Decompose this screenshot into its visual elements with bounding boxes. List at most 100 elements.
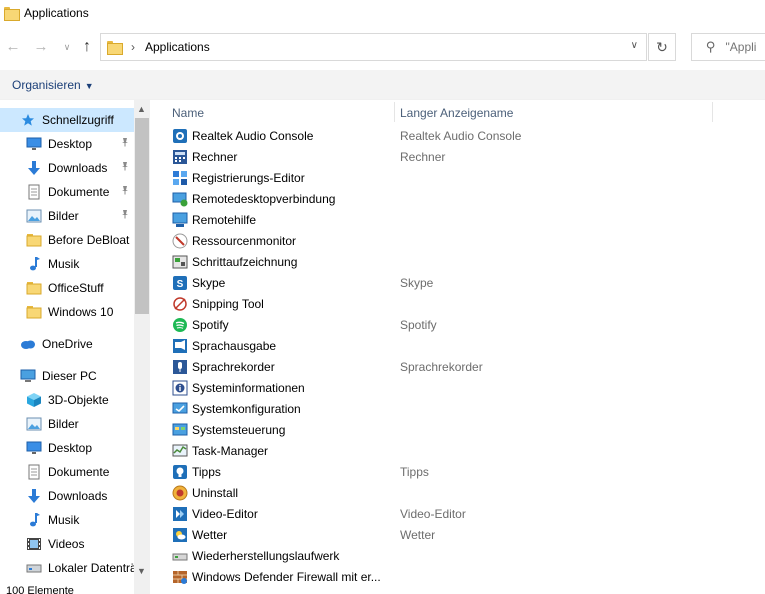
recovery-drive-icon xyxy=(172,548,188,564)
table-row[interactable]: Tipps Tipps xyxy=(150,461,765,482)
nav-item-musik[interactable]: Musik xyxy=(0,252,134,276)
refresh-icon[interactable]: ↻ xyxy=(648,33,676,61)
nav-item-dokumente[interactable]: Dokumente xyxy=(0,460,134,484)
forward-arrow-icon[interactable]: → xyxy=(32,38,50,56)
address-dropdown-chevron-icon[interactable]: ∨ xyxy=(631,40,638,51)
system-info-icon xyxy=(172,380,188,396)
table-row[interactable]: Wetter Wetter xyxy=(150,524,765,545)
nav-item-bilder[interactable]: Bilder xyxy=(0,412,134,436)
column-header-long-name[interactable]: Langer Anzeigename xyxy=(400,106,513,120)
table-row[interactable]: Remotehilfe xyxy=(150,209,765,230)
remote-desktop-icon xyxy=(172,191,188,207)
nav-item-bilder[interactable]: Bilder xyxy=(0,204,134,228)
steps-recorder-icon xyxy=(172,254,188,270)
table-row[interactable]: Windows Defender Firewall mit er... xyxy=(150,566,765,587)
file-name: Spotify xyxy=(192,318,229,332)
table-row[interactable]: Rechner Rechner xyxy=(150,146,765,167)
table-row[interactable]: Sprachrekorder Sprachrekorder xyxy=(150,356,765,377)
nav-item-label: Bilder xyxy=(48,417,79,431)
pin-icon[interactable] xyxy=(120,161,130,174)
nav-item-desktop[interactable]: Desktop xyxy=(0,436,134,460)
nav-item-lokaler-datentr[interactable]: Lokaler Datenträ xyxy=(0,556,137,580)
nav-item-label: Desktop xyxy=(48,441,93,455)
nav-item-schnellzugriff[interactable]: Schnellzugriff xyxy=(0,108,134,132)
file-name: Snipping Tool xyxy=(192,297,264,311)
table-row[interactable]: S Skype Skype xyxy=(150,272,765,293)
svg-text:S: S xyxy=(177,279,184,290)
nav-item-label: Bilder xyxy=(48,209,79,223)
chevron-down-icon: ▼ xyxy=(84,81,94,91)
nav-item-label: Before DeBloat xyxy=(48,233,130,247)
organize-button[interactable]: Organisieren ▼ xyxy=(12,78,94,92)
back-arrow-icon[interactable]: ← xyxy=(4,38,22,56)
task-manager-icon xyxy=(172,443,188,459)
nav-item-dokumente[interactable]: Dokumente xyxy=(0,180,134,204)
address-row: ← → ∨ ↑ › Applications ∨ ↻ ⚲ xyxy=(0,26,765,68)
nav-item-officestuff[interactable]: OfficeStuff xyxy=(0,276,134,300)
table-row[interactable]: Spotify Spotify xyxy=(150,314,765,335)
recent-locations-chevron-icon[interactable]: ∨ xyxy=(58,38,76,56)
scroll-down-icon[interactable]: ▼ xyxy=(137,566,146,576)
column-headers: Name Langer Anzeigename xyxy=(150,100,765,124)
column-header-name[interactable]: Name xyxy=(172,106,204,120)
remote-help-icon xyxy=(172,212,188,228)
table-row[interactable]: Wiederherstellungslaufwerk xyxy=(150,545,765,566)
address-bar[interactable]: › Applications ∨ xyxy=(100,33,647,61)
file-name: Uninstall xyxy=(192,486,239,500)
nav-item-onedrive[interactable]: OneDrive xyxy=(0,332,134,356)
column-divider[interactable] xyxy=(712,102,713,122)
pin-icon[interactable] xyxy=(120,137,130,150)
search-box[interactable]: ⚲ xyxy=(691,33,765,61)
pin-icon[interactable] xyxy=(120,209,130,222)
table-row[interactable]: Video-Editor Video-Editor xyxy=(150,503,765,524)
up-arrow-icon[interactable]: ↑ xyxy=(78,38,96,56)
file-long-name: Spotify xyxy=(400,318,437,332)
nav-item-downloads[interactable]: Downloads xyxy=(0,156,134,180)
nav-item-label: Desktop xyxy=(48,137,93,151)
table-row[interactable]: Remotedesktopverbindung xyxy=(150,188,765,209)
table-row[interactable]: Schrittaufzeichnung xyxy=(150,251,765,272)
nav-item-downloads[interactable]: Downloads xyxy=(0,484,134,508)
nav-item-before-debloat[interactable]: Before DeBloat xyxy=(0,228,134,252)
search-input[interactable] xyxy=(725,40,765,54)
table-row[interactable]: Systemkonfiguration xyxy=(150,398,765,419)
nav-item-desktop[interactable]: Desktop xyxy=(0,132,134,156)
table-row[interactable]: Systeminformationen xyxy=(150,377,765,398)
music-note-icon xyxy=(26,512,42,528)
file-name: Windows Defender Firewall mit er... xyxy=(192,570,381,584)
lightbulb-icon xyxy=(172,464,188,480)
nav-item-musik[interactable]: Musik xyxy=(0,508,134,532)
table-row[interactable]: Task-Manager xyxy=(150,440,765,461)
breadcrumb-applications[interactable]: Applications xyxy=(145,40,210,54)
table-row[interactable]: Registrierungs-Editor xyxy=(150,167,765,188)
nav-item-windows-10[interactable]: Windows 10 xyxy=(0,300,134,324)
scrollbar-thumb[interactable] xyxy=(135,118,149,314)
file-name: Skype xyxy=(192,276,226,290)
nav-scrollbar[interactable]: ▲ ▼ xyxy=(134,100,150,594)
table-row[interactable]: Sprachausgabe xyxy=(150,335,765,356)
documents-icon xyxy=(26,464,42,480)
computer-icon xyxy=(20,368,36,384)
documents-icon xyxy=(26,184,42,200)
file-rows: Realtek Audio Console Realtek Audio Conso… xyxy=(150,125,765,587)
table-row[interactable]: Uninstall xyxy=(150,482,765,503)
nav-item-label: Downloads xyxy=(48,161,108,175)
file-list: Name Langer Anzeigename Realtek Audio Co… xyxy=(150,100,765,594)
table-row[interactable]: Ressourcenmonitor xyxy=(150,230,765,251)
scroll-up-icon[interactable]: ▲ xyxy=(137,104,146,114)
file-long-name: Skype xyxy=(400,276,434,290)
table-row[interactable]: Realtek Audio Console Realtek Audio Conso… xyxy=(150,125,765,146)
table-row[interactable]: Systemsteuerung xyxy=(150,419,765,440)
file-name: Remotedesktopverbindung xyxy=(192,192,336,206)
weather-icon xyxy=(172,527,188,543)
pin-icon[interactable] xyxy=(120,185,130,198)
navigation-pane: Schnellzugriff Desktop Downloads Dokumente B… xyxy=(0,100,150,594)
nav-item-label: 3D-Objekte xyxy=(48,393,109,407)
nav-item-3d-objekte[interactable]: 3D-Objekte xyxy=(0,388,134,412)
window-title: Applications xyxy=(24,6,89,20)
nav-item-dieser-pc[interactable]: Dieser PC xyxy=(0,364,134,388)
nav-item-videos[interactable]: Videos xyxy=(0,532,134,556)
column-divider[interactable] xyxy=(394,102,395,122)
table-row[interactable]: Snipping Tool xyxy=(150,293,765,314)
nav-item-label: Videos xyxy=(48,537,85,551)
